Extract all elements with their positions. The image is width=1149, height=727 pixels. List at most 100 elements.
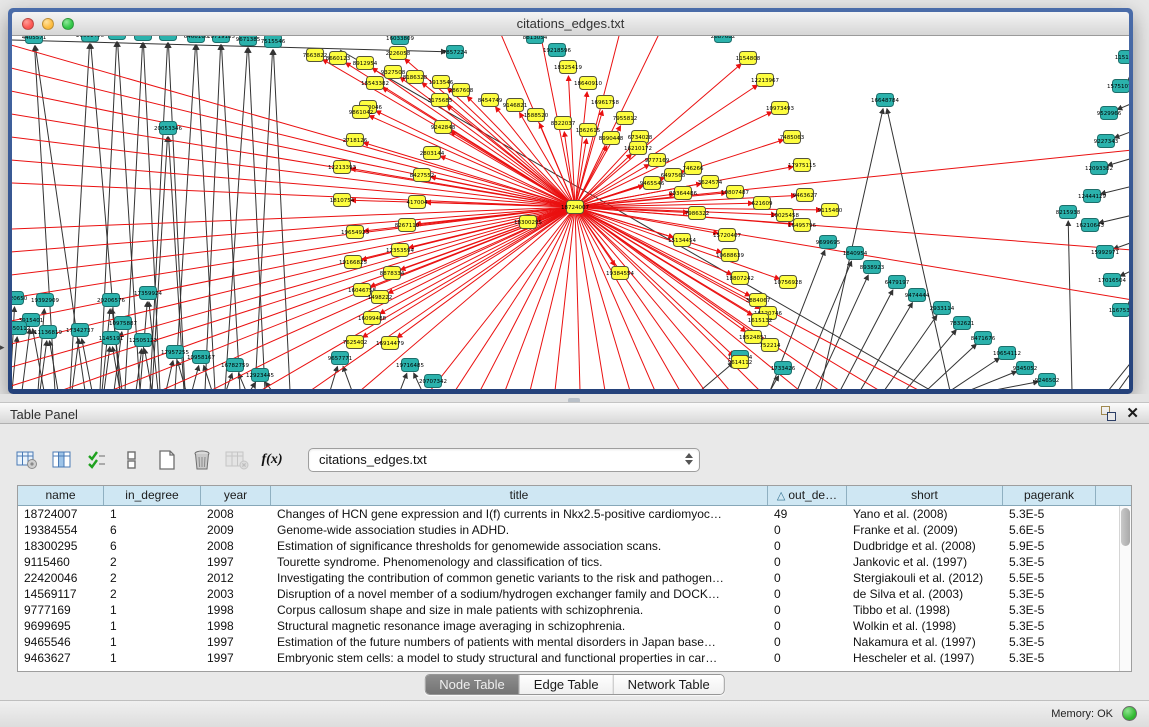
- graph-node[interactable]: 1151218: [1115, 51, 1129, 64]
- graph-node[interactable]: 8813054: [523, 36, 548, 44]
- graph-node[interactable]: 8990448: [599, 132, 624, 145]
- graph-edge[interactable]: [1108, 360, 1129, 389]
- graph-node[interactable]: 9227343: [1094, 135, 1119, 148]
- graph-node[interactable]: 19716485: [396, 359, 424, 372]
- graph-node[interactable]: 2226058: [386, 47, 411, 60]
- delete-columns-button[interactable]: [189, 447, 215, 473]
- graph-node[interactable]: 7986322: [685, 207, 710, 220]
- graph-node[interactable]: 1167531: [1109, 304, 1129, 317]
- citation-network-graph[interactable]: 4405571200914061055328716553287152700764…: [12, 36, 1129, 389]
- graph-node[interactable]: 2320650: [12, 292, 28, 305]
- table-row[interactable]: 1830029562008Estimation of significance …: [18, 538, 1131, 554]
- graph-node[interactable]: 1362615: [576, 124, 601, 137]
- table-row[interactable]: 1456911722003Disruption of a novel membe…: [18, 586, 1131, 602]
- graph-node[interactable]: 12353594: [386, 244, 414, 257]
- window-titlebar[interactable]: citations_edges.txt: [12, 12, 1129, 36]
- graph-edge[interactable]: [1108, 158, 1129, 165]
- graph-edge[interactable]: [70, 44, 89, 389]
- graph-edge[interactable]: [1117, 103, 1129, 110]
- graph-edge[interactable]: [168, 43, 185, 389]
- graph-node[interactable]: 8471676: [971, 332, 996, 345]
- graph-node[interactable]: 8322037: [551, 117, 576, 130]
- graph-node[interactable]: 9529966: [1097, 107, 1122, 120]
- graph-edge[interactable]: [530, 207, 575, 389]
- graph-edge[interactable]: [12, 207, 575, 275]
- graph-edge[interactable]: [1101, 186, 1129, 194]
- graph-node[interactable]: 2803144: [420, 147, 445, 160]
- tab-node-table[interactable]: Node Table: [425, 675, 520, 694]
- tab-edge-table[interactable]: Edge Table: [520, 675, 614, 694]
- graph-edge[interactable]: [205, 45, 221, 389]
- table-mode-button[interactable]: [14, 447, 40, 473]
- graph-node[interactable]: 8186328: [403, 71, 428, 84]
- table-row[interactable]: 977716911998Corpus callosum shape and si…: [18, 602, 1131, 618]
- graph-node[interactable]: 8215938: [1056, 206, 1081, 219]
- graph-node[interactable]: 8454749: [478, 94, 503, 107]
- graph-edge[interactable]: [210, 207, 575, 389]
- graph-node[interactable]: 10654112: [993, 347, 1021, 360]
- graph-node[interactable]: 1615132: [748, 314, 773, 327]
- column-header-name[interactable]: name: [18, 486, 104, 505]
- graph-node[interactable]: 11136819: [34, 326, 62, 339]
- graph-edge[interactable]: [1120, 270, 1129, 276]
- column-header-pagerank[interactable]: pagerank: [1003, 486, 1096, 505]
- graph-node[interactable]: 16782759: [221, 359, 249, 372]
- graph-node[interactable]: 10756928: [774, 276, 802, 289]
- column-header-title[interactable]: title: [271, 486, 768, 505]
- graph-node[interactable]: 6466160: [184, 36, 209, 43]
- graph-edge[interactable]: [192, 366, 199, 389]
- graph-node[interactable]: 621609: [752, 197, 773, 210]
- table-row[interactable]: 1872400712008Changes of HCN gene express…: [18, 506, 1131, 522]
- table-row[interactable]: 946362711997Embryonic stem cells: a mode…: [18, 650, 1131, 666]
- graph-node[interactable]: 10719185: [207, 36, 235, 43]
- graph-edge[interactable]: [887, 109, 950, 389]
- graph-node[interactable]: 2867608: [449, 84, 474, 97]
- graph-node[interactable]: 9657771: [328, 352, 353, 365]
- graph-node[interactable]: 2718126: [343, 134, 368, 147]
- graph-node[interactable]: 1810754: [330, 194, 355, 207]
- graph-node[interactable]: 17975115: [788, 159, 816, 172]
- graph-node[interactable]: 8267110: [395, 219, 420, 232]
- graph-edge[interactable]: [343, 366, 352, 389]
- graph-edge[interactable]: [990, 382, 1038, 389]
- column-header-in_degree[interactable]: in_degree: [104, 486, 201, 505]
- graph-node[interactable]: 9463627: [793, 189, 818, 202]
- graph-edge[interactable]: [840, 290, 893, 389]
- graph-edge[interactable]: [250, 383, 255, 389]
- graph-node[interactable]: 18640910: [574, 77, 602, 90]
- graph-node[interactable]: 1840954: [843, 247, 868, 260]
- graph-node[interactable]: 12213967: [751, 74, 779, 87]
- graph-node[interactable]: 1588520: [524, 109, 549, 122]
- create-column-button[interactable]: [154, 447, 180, 473]
- graph-node[interactable]: 7625402: [343, 336, 368, 349]
- graph-edge[interactable]: [860, 303, 912, 389]
- graph-edge[interactable]: [50, 341, 58, 389]
- graph-edge[interactable]: [221, 45, 240, 389]
- graph-node[interactable]: 19654923: [341, 226, 369, 239]
- graph-edge[interactable]: [360, 207, 575, 389]
- graph-edge[interactable]: [196, 45, 215, 389]
- graph-node[interactable]: 15134454: [668, 234, 696, 247]
- graph-node[interactable]: 417004: [407, 196, 428, 209]
- graph-node[interactable]: 1527007: [156, 36, 181, 41]
- graph-edge[interactable]: [700, 363, 733, 389]
- graph-node[interactable]: 7832621: [950, 317, 975, 330]
- graph-edge[interactable]: [166, 361, 173, 389]
- graph-node[interactable]: 1498222: [368, 291, 393, 304]
- graph-node[interactable]: 8912954: [353, 57, 378, 70]
- graph-node[interactable]: 746266: [683, 162, 704, 175]
- graph-edge[interactable]: [1068, 221, 1072, 389]
- graph-node[interactable]: 12444129: [1078, 190, 1106, 203]
- graph-node[interactable]: 16648784: [871, 94, 899, 107]
- graph-node[interactable]: 7955812: [613, 112, 638, 125]
- graph-node[interactable]: 17957255: [161, 346, 189, 359]
- tab-network-table[interactable]: Network Table: [614, 675, 724, 694]
- graph-node[interactable]: 20091406: [76, 36, 104, 42]
- graph-edge[interactable]: [72, 339, 79, 389]
- graph-edge[interactable]: [369, 116, 575, 207]
- graph-node[interactable]: 12213393: [328, 161, 356, 174]
- graph-node[interactable]: 9777169: [645, 154, 670, 167]
- graph-node[interactable]: 16210643: [1076, 219, 1104, 232]
- graph-node[interactable]: 16099488: [358, 312, 386, 325]
- column-header-out_de[interactable]: △out_de…: [768, 486, 847, 505]
